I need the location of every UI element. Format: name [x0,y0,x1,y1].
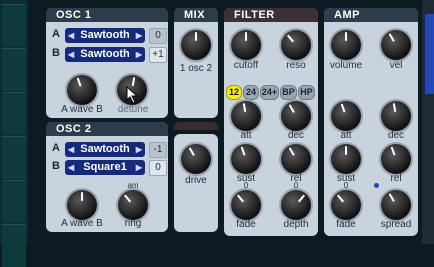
filter-depth-knob[interactable] [281,190,311,220]
drive-panel: drive [174,134,218,232]
sidebar-cell[interactable] [2,48,26,91]
osc1-title: OSC 1 [46,8,168,22]
osc2-row-b-label: B [52,160,60,172]
mix-panel: MIX 1 osc 2 [174,8,218,118]
amp-vel-label: vel [389,60,403,71]
filter-fade-knob[interactable] [231,190,261,220]
arrow-right-icon[interactable]: ▶ [136,47,142,62]
filter-title: FILTER [224,8,318,22]
filter-mode-bp[interactable]: BP [280,85,297,100]
filter-reso-label: reso [286,60,306,71]
arrow-right-icon[interactable]: ▶ [136,142,142,157]
osc1-wave-label: A wave B [61,104,103,115]
amp-dec-label: dec [387,130,405,141]
filter-panel: FILTER cutoff reso 12 24 24+ BP HP att d… [224,8,318,236]
osc1-wave-a-value: Sawtooth [80,29,130,41]
mix-title: MIX [174,8,218,22]
arrow-left-icon[interactable]: ◀ [68,47,74,62]
amp-fade-zero-label: 0 [343,181,349,190]
filter-rel-knob[interactable] [281,144,311,174]
osc2-wave-b-value: Square1 [83,161,127,173]
filter-cutoff-knob[interactable] [231,30,261,60]
drive-header-strip [174,122,218,130]
filter-att-label: att [240,130,252,141]
osc2-ring-knob[interactable] [118,190,148,220]
amp-att-label: att [340,130,352,141]
osc2-am-label: am [127,181,139,190]
filter-depth-label: depth [283,219,309,230]
filter-dec-knob[interactable] [281,101,311,131]
osc2-wave-b-selector[interactable]: ◀ Square1 ▶ [65,160,145,175]
mix-osc-knob[interactable] [181,30,211,60]
osc1-panel: OSC 1 A ◀ Sawtooth ▶ 0 B ◀ Sawtooth ▶ +1… [46,8,168,118]
osc1-wave-b-selector[interactable]: ◀ Sawtooth ▶ [65,47,145,62]
filter-dec-label: dec [287,130,305,141]
filter-fade-label: fade [236,219,256,230]
osc2-b-offset[interactable]: 0 [149,160,167,176]
amp-rel-label: rel [390,173,402,184]
osc1-wave-knob[interactable] [67,75,97,105]
amp-volume-knob[interactable] [331,30,361,60]
sidebar-cell[interactable] [2,180,26,223]
osc2-wave-a-selector[interactable]: ◀ Sawtooth ▶ [65,142,145,157]
amp-spread-knob[interactable] [381,190,411,220]
amp-vel-knob[interactable] [381,30,411,60]
drive-knob[interactable] [181,144,211,174]
filter-depth-zero-label: 0 [293,181,299,190]
status-dot [374,183,379,188]
sidebar-cell[interactable] [2,92,26,135]
osc2-title: OSC 2 [46,122,168,136]
sidebar-cell[interactable] [2,224,26,267]
osc1-wave-b-value: Sawtooth [80,48,130,60]
arrow-left-icon[interactable]: ◀ [68,160,74,175]
arrow-left-icon[interactable]: ◀ [68,28,74,43]
filter-mode-12[interactable]: 12 [226,85,242,100]
filter-cutoff-label: cutoff [233,60,259,71]
amp-fade-label: fade [336,219,356,230]
left-sidebar-strip [0,0,28,267]
amp-volume-label: volume [329,60,363,71]
amp-dec-knob[interactable] [381,101,411,131]
filter-fade-zero-label: 0 [243,181,249,190]
osc2-ring-label: ring [124,218,142,229]
amp-att-knob[interactable] [331,101,361,131]
osc2-a-offset[interactable]: -1 [149,142,167,158]
amp-title: AMP [324,8,418,22]
osc1-detune-label: detune [117,104,149,115]
osc2-wave-label: A wave B [61,218,103,229]
osc2-wave-knob[interactable] [67,190,97,220]
osc2-panel: OSC 2 A ◀ Sawtooth ▶ -1 B ◀ Square1 ▶ 0 … [46,122,168,232]
arrow-right-icon[interactable]: ▶ [136,160,142,175]
amp-sust-knob[interactable] [331,144,361,174]
drive-label: drive [185,175,207,186]
osc1-a-offset[interactable]: 0 [149,28,167,44]
osc2-row-a-label: A [52,142,60,154]
filter-sust-knob[interactable] [231,144,261,174]
osc1-row-a-label: A [52,28,60,40]
mix-osc-label: 1 osc 2 [179,63,213,74]
osc1-row-b-label: B [52,47,60,59]
arrow-left-icon[interactable]: ◀ [68,142,74,157]
filter-reso-knob[interactable] [281,30,311,60]
filter-mode-24[interactable]: 24 [243,85,259,100]
osc2-wave-a-value: Sawtooth [80,143,130,155]
osc1-b-offset[interactable]: +1 [149,47,167,63]
amp-panel: AMP volume vel att dec sust rel 0 fade s… [324,8,418,236]
arrow-right-icon[interactable]: ▶ [136,28,142,43]
filter-att-knob[interactable] [231,101,261,131]
amp-spread-label: spread [380,219,412,230]
amp-rel-knob[interactable] [381,144,411,174]
osc1-wave-a-selector[interactable]: ◀ Sawtooth ▶ [65,28,145,43]
filter-mode-hp[interactable]: HP [298,85,315,100]
sidebar-cell[interactable] [2,4,26,47]
amp-fade-knob[interactable] [331,190,361,220]
mouse-cursor-icon [126,86,139,104]
right-edge-blue-display [425,14,434,94]
filter-mode-24plus[interactable]: 24+ [260,85,279,100]
sidebar-cell[interactable] [2,136,26,179]
